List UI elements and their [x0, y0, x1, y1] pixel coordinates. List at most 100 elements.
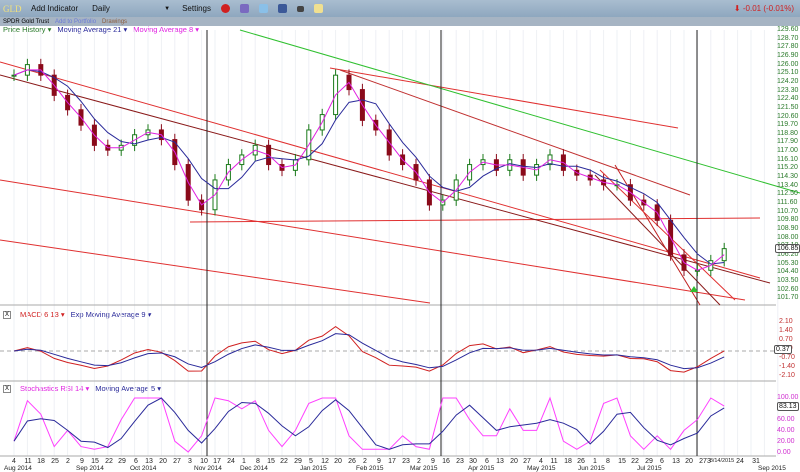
stoch-value-badge: 83.13	[777, 402, 799, 412]
date-tick-label: 12	[321, 458, 329, 465]
date-tick-label: 26	[577, 458, 585, 465]
macd-tick-label: -0.70	[779, 354, 795, 361]
date-tick-label: 4	[12, 458, 16, 465]
price-tick-label: 112.50	[777, 190, 798, 198]
price-tick-label: 128.70	[777, 34, 799, 42]
price-tick-label: 116.10	[777, 155, 798, 163]
price-tick-label: 124.20	[777, 77, 799, 85]
date-tick-label: 8	[256, 458, 260, 465]
stoch-tick-label: 20.00	[777, 438, 795, 445]
date-tick-label: 22	[105, 458, 113, 465]
date-tick-label: 6	[485, 458, 489, 465]
date-tick-label: 2	[417, 458, 421, 465]
price-tick-label: 111.60	[777, 199, 798, 206]
date-tick-label: 27	[699, 458, 707, 465]
date-tick-label: 30	[469, 458, 477, 465]
date-tick-label: 13	[672, 458, 680, 465]
date-tick-label: 20	[159, 458, 167, 465]
trendlines	[0, 29, 800, 306]
date-tick-label: 17	[213, 458, 221, 465]
date-tick-label: 5	[309, 458, 313, 465]
date-tick-label: 2	[66, 458, 70, 465]
date-tick-label: 17	[388, 458, 396, 465]
price-tick-label: 126.00	[777, 60, 799, 68]
date-tick-label: 27	[523, 458, 531, 465]
stoch-tick-label: 0.00	[777, 449, 791, 456]
date-tick-label: 31	[752, 458, 760, 465]
date-tick-label: 18	[37, 458, 45, 465]
date-tick-label: 20	[510, 458, 518, 465]
price-tick-label: 114.30	[777, 173, 798, 181]
trendline	[0, 61, 761, 279]
date-tick-label: 3	[188, 458, 192, 465]
price-tick-label: 115.20	[777, 164, 798, 172]
price-tick-label: 103.50	[777, 276, 799, 284]
date-tick-label: 24	[736, 458, 744, 465]
price-tick-label: 129.60	[777, 26, 799, 33]
date-tick-label: 22	[280, 458, 288, 465]
date-tick-label: 23	[402, 458, 410, 465]
date-tick-label: 22	[631, 458, 639, 465]
price-tick-label: 118.80	[777, 129, 798, 137]
date-tick-label: 15	[618, 458, 626, 465]
date-tick-label: 29	[118, 458, 126, 465]
price-tick-label: 126.90	[777, 51, 799, 59]
date-tick-label: 25	[51, 458, 59, 465]
date-tick-label: 6	[134, 458, 138, 465]
date-tick-label: 6	[660, 458, 664, 465]
date-tick-label: 20	[334, 458, 342, 465]
date-tick-label: 24	[227, 458, 235, 465]
price-tick-label: 122.40	[777, 95, 799, 103]
macd-tick-label: 0.70	[779, 336, 793, 343]
date-tick-label: 9	[80, 458, 84, 465]
price-tick-label: 127.80	[777, 43, 799, 51]
date-tick-label: 13	[145, 458, 153, 465]
price-tick-label: 120.60	[777, 112, 799, 120]
date-tick-label: 27	[173, 458, 181, 465]
price-tick-label: 101.70	[777, 294, 799, 302]
green-trendline	[239, 29, 800, 194]
date-tick-label: 9	[431, 458, 435, 465]
price-tick-label: 123.30	[777, 86, 799, 94]
trendline	[0, 74, 771, 284]
date-tick-label: 26	[348, 458, 356, 465]
price-tick-label: 110.70	[777, 207, 798, 215]
price-tick-label: 117.00	[777, 147, 798, 155]
stoch-tick-label: 100.00	[777, 394, 799, 401]
date-tick-label: 9	[377, 458, 381, 465]
date-tick-label: 8/14/2015	[709, 458, 735, 464]
stoch-tick-label: 60.00	[777, 416, 795, 423]
price-tick-label: 125.10	[777, 69, 799, 77]
price-tick-label: 119.70	[777, 121, 798, 129]
chart-canvas[interactable]	[0, 0, 800, 471]
date-tick-label: 11	[550, 458, 558, 465]
macd-tick-label: -1.40	[779, 363, 795, 370]
macd-value-badge: 0.37	[774, 345, 792, 354]
date-tick-label: 29	[645, 458, 653, 465]
macd-tick-label: 2.10	[779, 318, 793, 325]
date-tick-label: 20	[685, 458, 693, 465]
price-tick-label: 108.00	[777, 233, 799, 241]
price-tick-label: 109.80	[777, 216, 799, 224]
date-tick-label: 13	[496, 458, 504, 465]
date-tick-label: 2	[363, 458, 367, 465]
date-tick-label: 1	[242, 458, 246, 465]
trendline	[329, 67, 679, 129]
candle	[11, 74, 17, 77]
date-tick-label: 23	[456, 458, 464, 465]
macd-tick-label: -2.10	[779, 372, 795, 379]
price-tick-label: 121.50	[777, 103, 799, 111]
trendline	[599, 169, 736, 301]
date-tick-label: 15	[267, 458, 275, 465]
stoch-ma-line	[13, 397, 725, 450]
date-tick-label: 4	[539, 458, 543, 465]
last-price-badge: 106.85	[775, 243, 800, 253]
price-tick-label: 102.60	[777, 285, 799, 293]
price-tick-label: 117.90	[777, 138, 798, 146]
price-tick-label: 104.40	[777, 268, 799, 276]
date-tick-label: 16	[442, 458, 450, 465]
trendline	[189, 217, 761, 223]
date-tick-label: 11	[24, 458, 32, 465]
macd-tick-label: 1.40	[779, 327, 793, 334]
stoch-tick-label: 40.00	[777, 427, 795, 434]
